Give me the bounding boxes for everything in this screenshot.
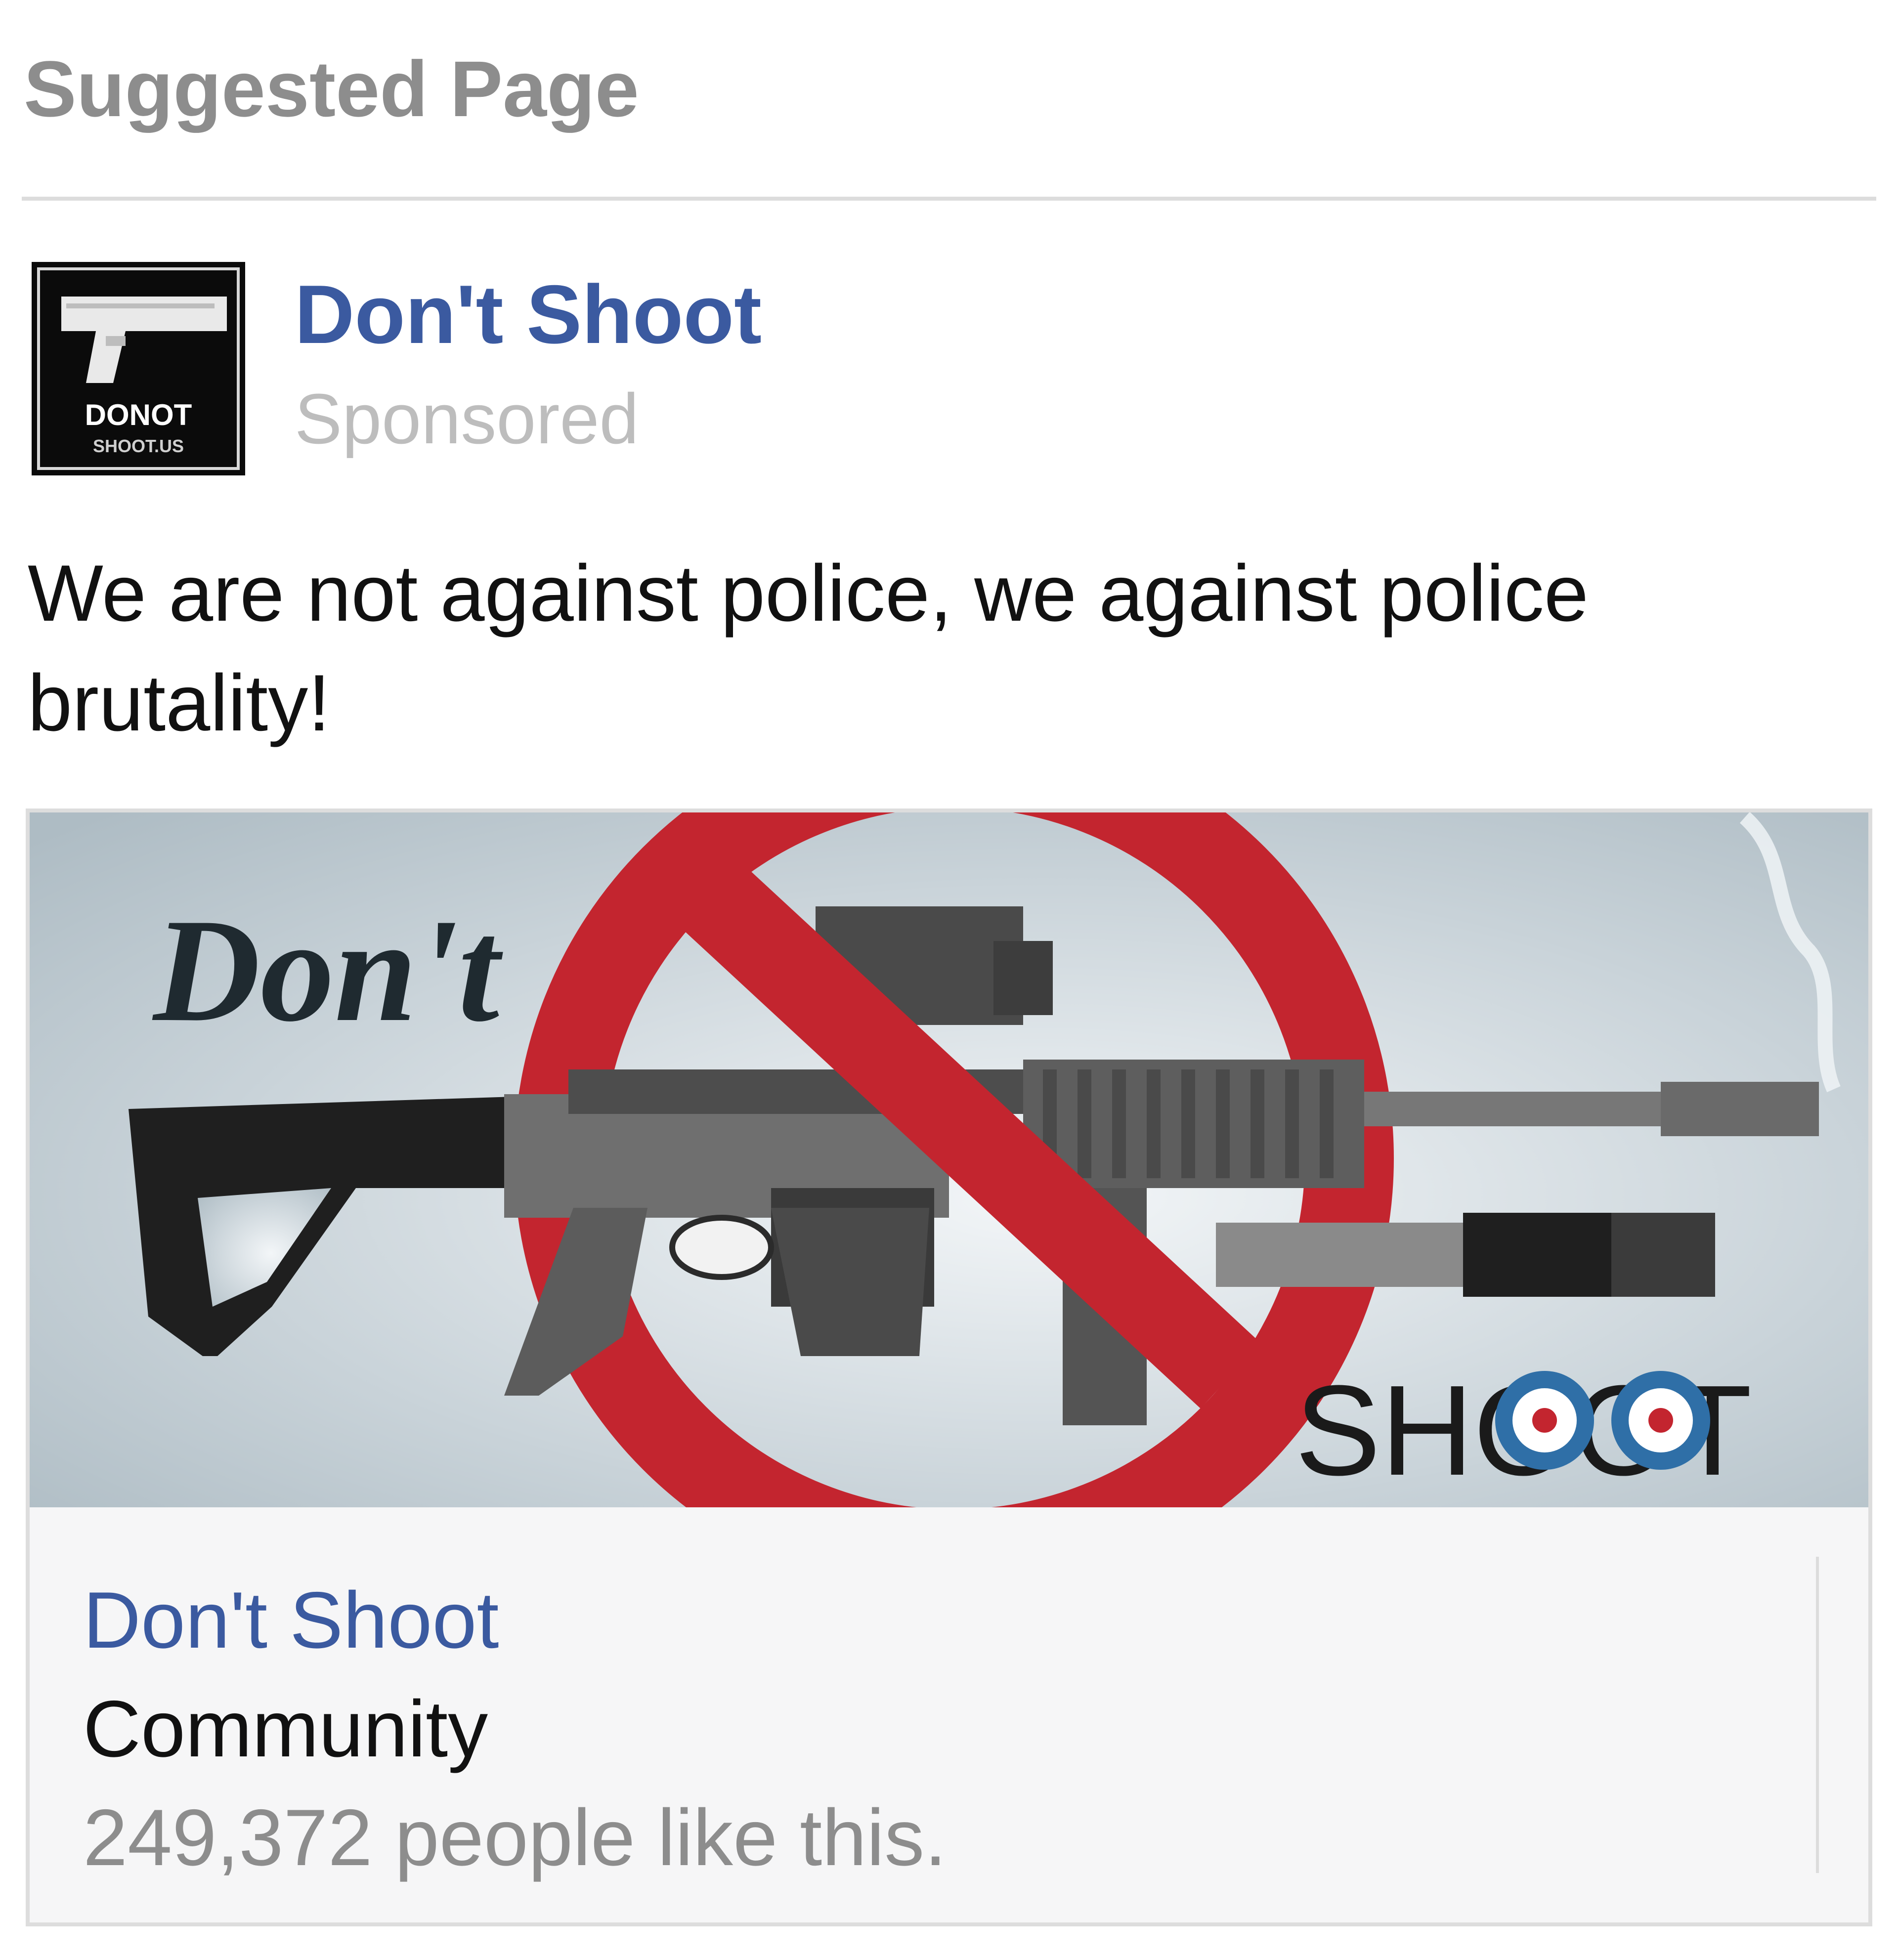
ad-page-name-link[interactable]: Don't Shoot bbox=[83, 1576, 499, 1664]
header-divider bbox=[22, 197, 1876, 201]
ad-card[interactable]: Don't SHOOT Don't Shoot Community 249,37… bbox=[26, 809, 1872, 1926]
ad-image-text-top: Don't bbox=[151, 888, 504, 1052]
ad-category: Community bbox=[83, 1684, 488, 1774]
page-avatar[interactable]: DONOT SHOOT.US bbox=[32, 262, 245, 475]
page-name-link[interactable]: Don't Shoot bbox=[295, 271, 762, 358]
ad-info-divider bbox=[1816, 1557, 1819, 1873]
ad-likes-count: 249,372 people like this. bbox=[83, 1793, 947, 1882]
target-icon bbox=[1495, 1371, 1594, 1470]
post-text: We are not against police, we against po… bbox=[28, 549, 1589, 748]
target-icon bbox=[1611, 1371, 1710, 1470]
ad-info[interactable]: Don't Shoot Community 249,372 people lik… bbox=[30, 1507, 1868, 1922]
ad-image[interactable]: Don't SHOOT bbox=[30, 812, 1868, 1507]
sponsored-label[interactable]: Sponsored bbox=[295, 382, 639, 456]
avatar-brand-subtext: SHOOT.US bbox=[93, 436, 184, 456]
avatar-brand-text: DONOT bbox=[85, 398, 192, 431]
pistol-icon: DONOT SHOOT.US bbox=[32, 262, 245, 475]
suggested-page-title: Suggested Page bbox=[24, 44, 639, 133]
